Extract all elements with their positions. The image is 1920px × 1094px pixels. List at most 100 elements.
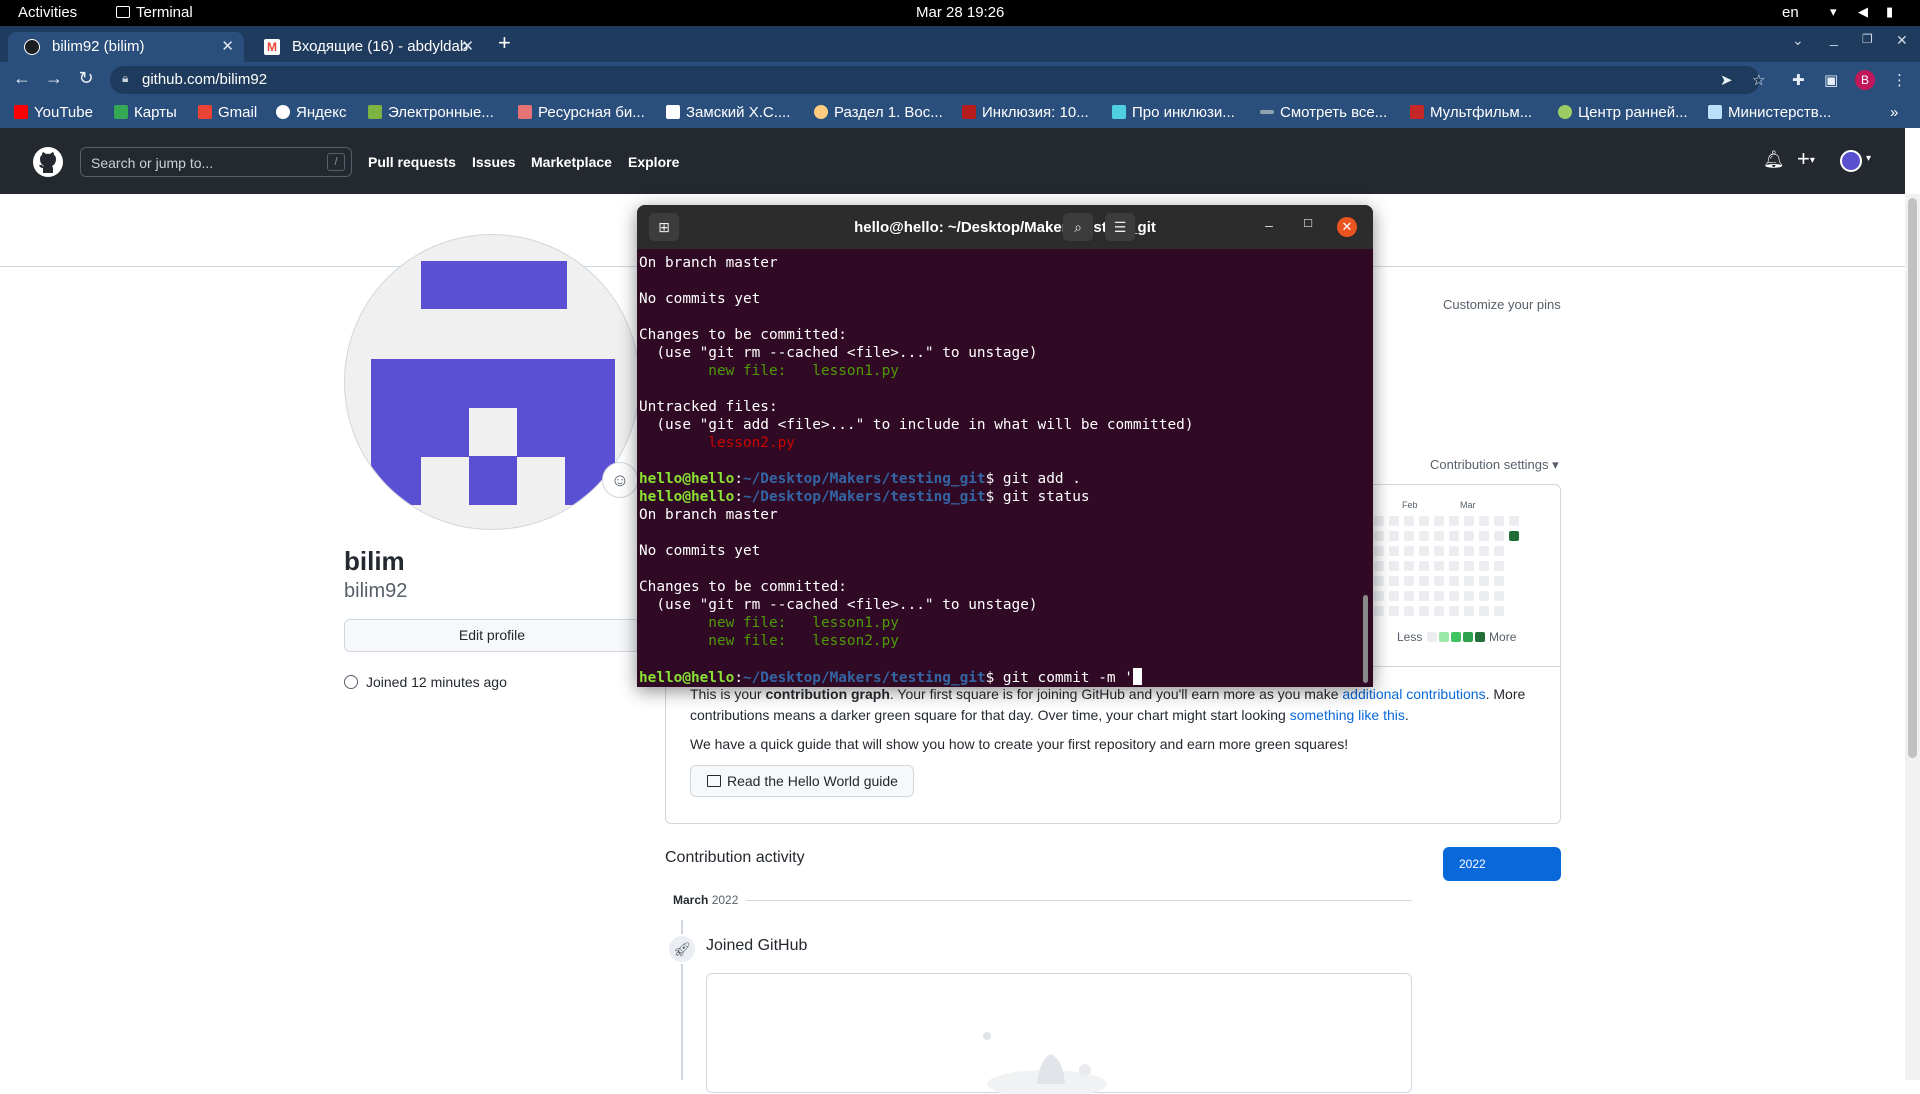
terminal-output[interactable]: On branch master No commits yet Changes …	[639, 254, 1359, 687]
address-bar[interactable]: 🔒︎ github.com/bilim92	[110, 66, 1760, 94]
app-menu[interactable]: Terminal	[116, 4, 193, 21]
minimize-icon[interactable]: –	[1259, 217, 1279, 233]
terminal-scrollbar[interactable]	[1363, 595, 1368, 683]
bookmark-early-center[interactable]: Центр ранней...	[1558, 104, 1688, 121]
search-icon[interactable]: ⌕	[1063, 213, 1093, 241]
contribution-day-cell[interactable]	[1449, 606, 1459, 616]
contribution-day-cell[interactable]	[1404, 606, 1414, 616]
contribution-day-cell[interactable]	[1404, 561, 1414, 571]
chevron-down-icon[interactable]: ▾	[1866, 153, 1871, 164]
set-status-emoji-icon[interactable]: ☺	[602, 462, 638, 498]
contribution-day-cell[interactable]	[1389, 531, 1399, 541]
contribution-day-cell[interactable]	[1419, 516, 1429, 526]
contribution-day-cell[interactable]	[1389, 516, 1399, 526]
activities-button[interactable]: Activities	[18, 4, 77, 21]
contribution-day-cell[interactable]	[1419, 606, 1429, 616]
bookmark-gmail[interactable]: Gmail	[198, 104, 257, 121]
contribution-day-cell[interactable]	[1479, 606, 1489, 616]
contribution-day-cell[interactable]	[1389, 591, 1399, 601]
contribution-day-cell[interactable]	[1419, 531, 1429, 541]
close-icon[interactable]: ✕	[1337, 217, 1357, 237]
contribution-day-cell[interactable]	[1464, 591, 1474, 601]
customize-pins-link[interactable]: Customize your pins	[1443, 297, 1561, 312]
bookmark-watch[interactable]: Смотреть все...	[1260, 104, 1387, 121]
tab-search-icon[interactable]: ⌄	[1792, 32, 1804, 49]
nav-pull-requests[interactable]: Pull requests	[368, 154, 456, 170]
contribution-day-cell[interactable]	[1494, 531, 1504, 541]
contribution-day-cell[interactable]	[1404, 591, 1414, 601]
contribution-day-cell[interactable]	[1449, 576, 1459, 586]
user-avatar-menu[interactable]	[1840, 150, 1862, 172]
terminal-window[interactable]: ⊞ hello@hello: ~/Desktop/Makers/testing_…	[637, 205, 1373, 687]
contribution-day-cell[interactable]	[1374, 561, 1384, 571]
contribution-day-cell[interactable]	[1374, 576, 1384, 586]
profile-avatar-large[interactable]	[344, 234, 640, 530]
contribution-day-cell[interactable]	[1479, 591, 1489, 601]
github-logo-icon[interactable]	[32, 146, 64, 178]
wifi-icon[interactable]: ▾	[1830, 4, 1837, 20]
input-language[interactable]: en	[1782, 4, 1799, 21]
contribution-day-cell[interactable]	[1404, 576, 1414, 586]
contribution-day-cell[interactable]	[1494, 576, 1504, 586]
contribution-day-cell[interactable]	[1434, 591, 1444, 601]
tab-github-profile[interactable]: bilim92 (bilim) ✕	[8, 32, 244, 62]
profile-avatar[interactable]: B	[1855, 70, 1875, 90]
tab-gmail[interactable]: M Входящие (16) - abdyldab ✕	[248, 32, 484, 62]
contribution-day-cell[interactable]	[1509, 516, 1519, 526]
bookmark-youtube[interactable]: YouTube	[14, 104, 93, 121]
contribution-day-cell[interactable]	[1434, 516, 1444, 526]
bookmark-inclusion[interactable]: Инклюзия: 10...	[962, 104, 1089, 121]
volume-icon[interactable]: ◀	[1858, 4, 1868, 20]
something-like-this-link[interactable]: something like this	[1290, 707, 1405, 723]
contribution-day-cell[interactable]	[1434, 546, 1444, 556]
contribution-day-cell[interactable]	[1374, 606, 1384, 616]
more-bookmarks-icon[interactable]: »	[1890, 104, 1898, 121]
contribution-day-cell[interactable]	[1494, 516, 1504, 526]
year-2022-button[interactable]: 2022	[1443, 847, 1561, 881]
contribution-day-cell[interactable]	[1494, 591, 1504, 601]
contribution-settings-dropdown[interactable]: Contribution settings ▾	[1430, 457, 1559, 473]
contribution-day-cell[interactable]	[1479, 561, 1489, 571]
bookmark-zamsky[interactable]: Замский Х.С....	[666, 104, 790, 121]
search-input[interactable]: Search or jump to... /	[80, 147, 352, 177]
contribution-day-cell[interactable]	[1449, 531, 1459, 541]
contribution-day-cell[interactable]	[1509, 531, 1519, 541]
create-new-icon[interactable]: +▾	[1797, 146, 1815, 172]
bookmark-ministry[interactable]: Министерств...	[1708, 104, 1831, 121]
contribution-day-cell[interactable]	[1464, 576, 1474, 586]
contribution-day-cell[interactable]	[1374, 531, 1384, 541]
contribution-day-cell[interactable]	[1464, 606, 1474, 616]
contribution-day-cell[interactable]	[1464, 531, 1474, 541]
contribution-day-cell[interactable]	[1434, 606, 1444, 616]
contribution-day-cell[interactable]	[1389, 576, 1399, 586]
contribution-day-cell[interactable]	[1404, 546, 1414, 556]
extensions-icon[interactable]: ✚	[1792, 71, 1805, 89]
contribution-day-cell[interactable]	[1494, 561, 1504, 571]
contribution-day-cell[interactable]	[1419, 576, 1429, 586]
nav-marketplace[interactable]: Marketplace	[531, 154, 612, 170]
contribution-day-cell[interactable]	[1374, 516, 1384, 526]
forward-icon[interactable]: →	[42, 68, 66, 89]
browser-menu-icon[interactable]: ⋮	[1892, 71, 1907, 89]
hamburger-menu-icon[interactable]: ☰	[1105, 213, 1135, 241]
back-icon[interactable]: ←	[10, 68, 34, 89]
contribution-day-cell[interactable]	[1419, 546, 1429, 556]
contribution-day-cell[interactable]	[1449, 591, 1459, 601]
notifications-bell-icon[interactable]: 🔔︎	[1763, 150, 1785, 170]
contribution-day-cell[interactable]	[1434, 576, 1444, 586]
contribution-day-cell[interactable]	[1479, 576, 1489, 586]
contribution-day-cell[interactable]	[1404, 531, 1414, 541]
contribution-day-cell[interactable]	[1434, 561, 1444, 571]
contribution-day-cell[interactable]	[1374, 591, 1384, 601]
bookmark-electronic[interactable]: Электронные...	[368, 104, 494, 121]
bookmark-about-inclusion[interactable]: Про инклюзи...	[1112, 104, 1235, 121]
contribution-day-cell[interactable]	[1464, 561, 1474, 571]
contribution-day-cell[interactable]	[1494, 546, 1504, 556]
nav-issues[interactable]: Issues	[472, 154, 516, 170]
bookmark-yandex[interactable]: Яндекс	[276, 104, 346, 121]
contribution-day-cell[interactable]	[1449, 546, 1459, 556]
scrollbar-thumb[interactable]	[1908, 198, 1917, 758]
contribution-day-cell[interactable]	[1404, 516, 1414, 526]
page-scrollbar[interactable]	[1905, 194, 1920, 1080]
nav-explore[interactable]: Explore	[628, 154, 679, 170]
